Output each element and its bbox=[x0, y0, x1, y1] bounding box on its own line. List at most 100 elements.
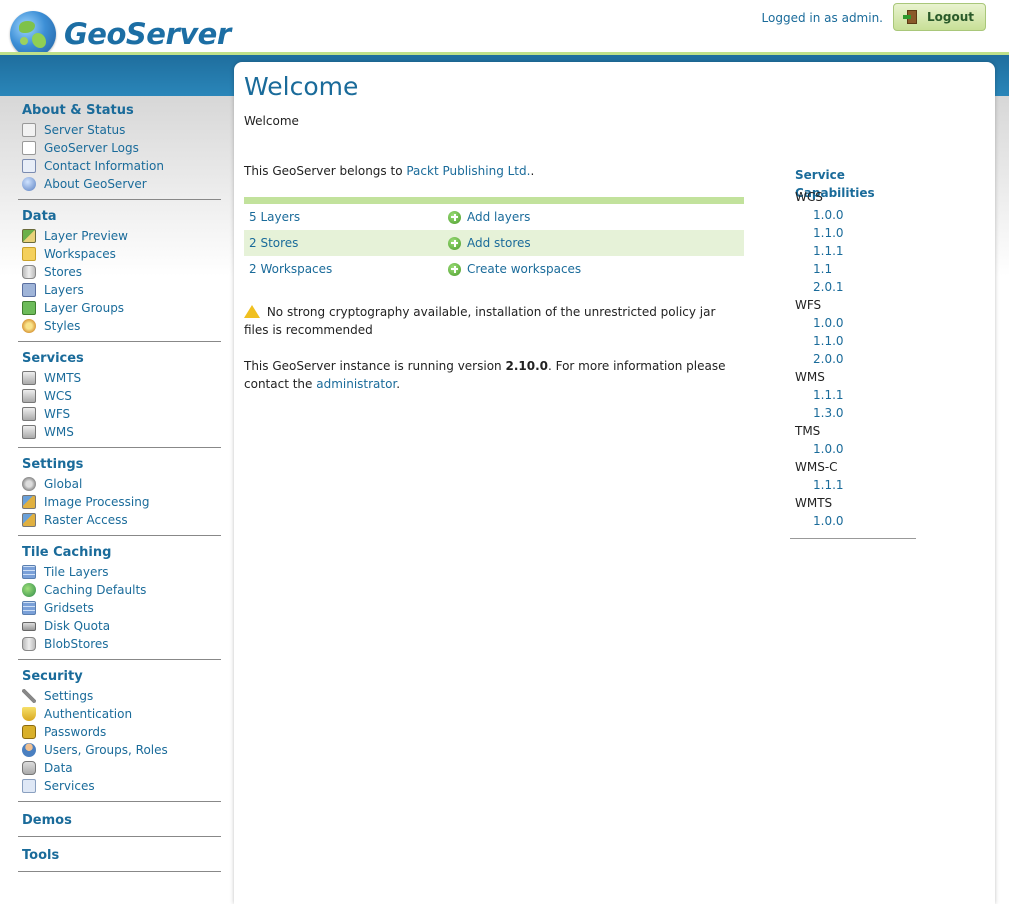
sidebar-item-services-wms[interactable]: WMS bbox=[18, 423, 221, 441]
capability-version-link[interactable]: 1.0.0 bbox=[813, 440, 916, 458]
sidebar-item-security-authentication[interactable]: Authentication bbox=[18, 705, 221, 723]
sidebar-navigation: About & Status Server Status GeoServer Log… bbox=[0, 100, 230, 878]
sidebar-item-tile-caching-gridsets[interactable]: Gridsets bbox=[18, 599, 221, 617]
sidebar-item-security-passwords[interactable]: Passwords bbox=[18, 723, 221, 741]
layer-icon bbox=[22, 283, 36, 297]
capability-version-link[interactable]: 1.1.0 bbox=[813, 224, 916, 242]
capability-version-link[interactable]: 2.0.1 bbox=[813, 278, 916, 296]
sidebar-item-about-and-status-geoserver-logs[interactable]: GeoServer Logs bbox=[18, 139, 221, 157]
sidebar-item-security-services[interactable]: Services bbox=[18, 777, 221, 795]
sidebar-item-tile-caching-caching-defaults[interactable]: Caching Defaults bbox=[18, 581, 221, 599]
sidebar-item-label: Settings bbox=[44, 689, 94, 703]
nav-heading-tools[interactable]: Tools bbox=[18, 843, 221, 869]
sidebar-item-data-stores[interactable]: Stores bbox=[18, 263, 221, 281]
sidebar-item-label: WFS bbox=[44, 407, 71, 421]
sidebar-item-tile-caching-tile-layers[interactable]: Tile Layers bbox=[18, 563, 221, 581]
sidebar-item-data-workspaces[interactable]: Workspaces bbox=[18, 245, 221, 263]
add-stores-link[interactable]: Add stores bbox=[467, 236, 531, 250]
owner-line: This GeoServer belongs to Packt Publishi… bbox=[244, 164, 534, 178]
map-icon bbox=[22, 229, 36, 243]
sidebar-item-services-wcs[interactable]: WCS bbox=[18, 387, 221, 405]
capability-version-link[interactable]: 1.1 bbox=[813, 260, 916, 278]
sidebar-item-settings-global[interactable]: Global bbox=[18, 475, 221, 493]
sidebar-item-services-wmts[interactable]: WMTS bbox=[18, 369, 221, 387]
workspaces-count-link[interactable]: 2 Workspaces bbox=[249, 262, 332, 276]
capability-version-link[interactable]: 1.1.1 bbox=[813, 386, 916, 404]
keyserv-icon bbox=[22, 779, 36, 793]
sidebar-item-label: Gridsets bbox=[44, 601, 94, 615]
sidebar-item-tile-caching-disk-quota[interactable]: Disk Quota bbox=[18, 617, 221, 635]
nav-heading-demos[interactable]: Demos bbox=[18, 808, 221, 834]
globe-icon bbox=[22, 583, 36, 597]
sidebar-item-about-and-status-contact-information[interactable]: Contact Information bbox=[18, 157, 221, 175]
sidebar-item-label: Data bbox=[44, 761, 73, 775]
sidebar-item-label: GeoServer Logs bbox=[44, 141, 139, 155]
sidebar-item-security-settings[interactable]: Settings bbox=[18, 687, 221, 705]
administrator-link[interactable]: administrator bbox=[316, 377, 396, 391]
nav-group-data: Data Layer Preview Workspaces Stores Layers L… bbox=[18, 206, 221, 342]
capability-version-link[interactable]: 1.3.0 bbox=[813, 404, 916, 422]
create-workspaces-link[interactable]: Create workspaces bbox=[467, 262, 581, 276]
sidebar-item-label: Stores bbox=[44, 265, 82, 279]
capability-version-link[interactable]: 1.1.1 bbox=[813, 476, 916, 494]
capability-service-tms: TMS bbox=[795, 424, 821, 438]
logout-button[interactable]: Logout bbox=[893, 3, 986, 31]
capability-version-link[interactable]: 1.0.0 bbox=[813, 512, 916, 530]
table-row: 5 Layers Add layers bbox=[244, 204, 744, 230]
sidebar-item-about-and-status-server-status[interactable]: Server Status bbox=[18, 121, 221, 139]
sidebar-item-services-wfs[interactable]: WFS bbox=[18, 405, 221, 423]
stores-count-link[interactable]: 2 Stores bbox=[249, 236, 298, 250]
sidebar-item-security-data[interactable]: Data bbox=[18, 759, 221, 777]
capability-version-link[interactable]: 1.1.0 bbox=[813, 332, 916, 350]
capability-version-link[interactable]: 1.1.1 bbox=[813, 242, 916, 260]
server-icon bbox=[22, 425, 36, 439]
nav-group-tools: Tools bbox=[18, 843, 221, 872]
capability-service-wmts: WMTS bbox=[795, 496, 833, 510]
sidebar-item-label: WMS bbox=[44, 425, 74, 439]
warning-text: No strong cryptography available, instal… bbox=[244, 305, 716, 337]
sidebar-item-settings-image-processing[interactable]: Image Processing bbox=[18, 493, 221, 511]
page-icon bbox=[22, 141, 36, 155]
sidebar-item-data-layer-preview[interactable]: Layer Preview bbox=[18, 227, 221, 245]
grid-icon bbox=[22, 601, 36, 615]
capability-service-wms: WMS bbox=[795, 370, 825, 384]
capability-version-link[interactable]: 1.0.0 bbox=[813, 206, 916, 224]
server-icon bbox=[22, 389, 36, 403]
sidebar-item-security-users-groups-roles[interactable]: Users, Groups, Roles bbox=[18, 741, 221, 759]
sidebar-item-label: Caching Defaults bbox=[44, 583, 147, 597]
sidebar-item-settings-raster-access[interactable]: Raster Access bbox=[18, 511, 221, 529]
sidebar-item-about-and-status-about-geoserver[interactable]: About GeoServer bbox=[18, 175, 221, 193]
sidebar-item-label: Tile Layers bbox=[44, 565, 109, 579]
login-status: Logged in as admin. bbox=[761, 11, 883, 25]
version-number: 2.10.0 bbox=[505, 359, 548, 373]
sidebar-item-label: Contact Information bbox=[44, 159, 164, 173]
page-title: Welcome bbox=[244, 72, 359, 101]
nav-group-settings: Settings Global Image Processing Raster Acc… bbox=[18, 454, 221, 536]
sidebar-item-data-layers[interactable]: Layers bbox=[18, 281, 221, 299]
capability-version-link[interactable]: 1.0.0 bbox=[813, 314, 916, 332]
nav-group-security: Security Settings Authentication Passwords U… bbox=[18, 666, 221, 802]
layers-count-link[interactable]: 5 Layers bbox=[249, 210, 300, 224]
nav-heading-about-and-status: About & Status bbox=[22, 103, 134, 118]
sidebar-item-data-layer-groups[interactable]: Layer Groups bbox=[18, 299, 221, 317]
table-row: 2 Stores Add stores bbox=[244, 230, 744, 256]
app-name: GeoServer bbox=[64, 17, 231, 51]
sidebar-item-data-styles[interactable]: Styles bbox=[18, 317, 221, 335]
nav-group-demos: Demos bbox=[18, 808, 221, 837]
key-icon bbox=[22, 761, 36, 775]
sidebar-item-label: Global bbox=[44, 477, 83, 491]
layers-icon bbox=[22, 301, 36, 315]
contact-organization-link[interactable]: Packt Publishing Ltd. bbox=[406, 164, 530, 178]
sidebar-item-label: Layers bbox=[44, 283, 84, 297]
warning-icon bbox=[244, 305, 260, 318]
add-icon bbox=[448, 236, 461, 250]
sidebar-item-tile-caching-blobstores[interactable]: BlobStores bbox=[18, 635, 221, 653]
sidebar-item-label: Services bbox=[44, 779, 95, 793]
capabilities-list: WCS 1.0.0 1.1.0 1.1.1 1.1 2.0.1 WFS 1.0.0 1.1.0 2… bbox=[790, 188, 916, 530]
add-layers-link[interactable]: Add layers bbox=[467, 210, 530, 224]
nav-heading-tile-caching: Tile Caching bbox=[22, 545, 112, 560]
lock-icon bbox=[22, 725, 36, 739]
capability-version-link[interactable]: 2.0.0 bbox=[813, 350, 916, 368]
page-subtitle: Welcome bbox=[244, 114, 299, 128]
help-icon bbox=[22, 177, 36, 191]
